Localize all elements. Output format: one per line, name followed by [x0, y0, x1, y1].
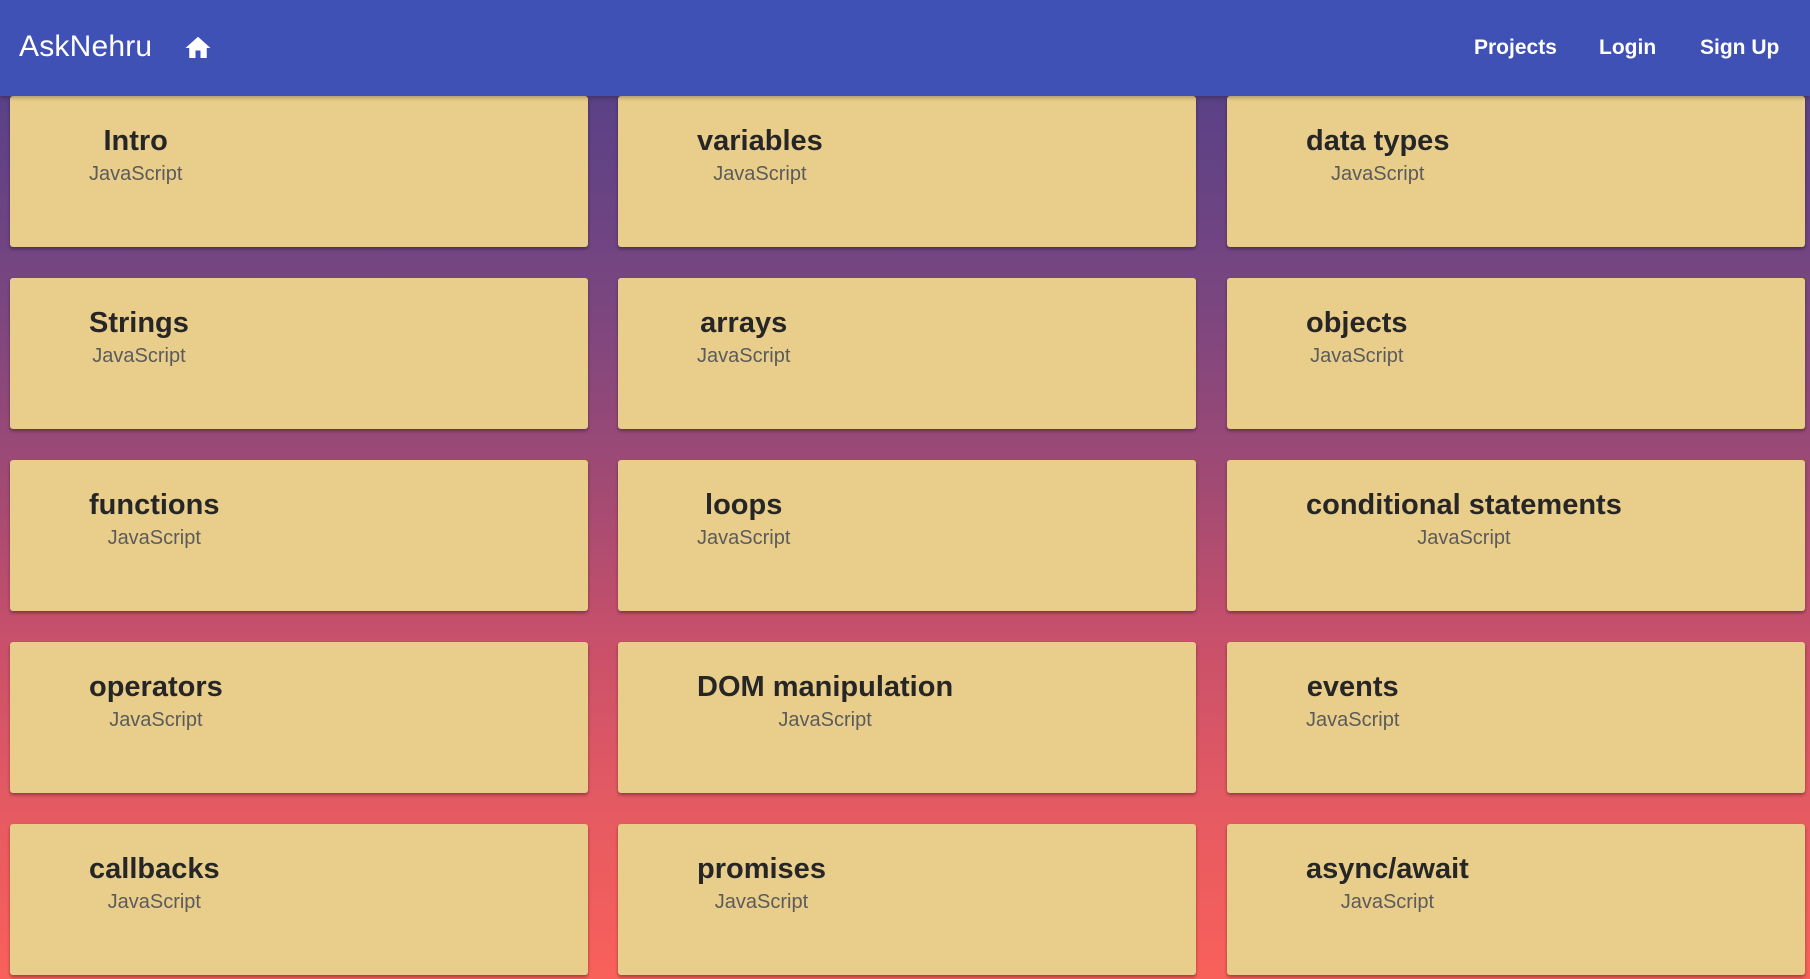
- card-subtitle: JavaScript: [89, 163, 183, 185]
- brand-logo-text[interactable]: AskNehru: [19, 29, 152, 65]
- card-content: Intro JavaScript: [89, 124, 182, 186]
- topic-card-events[interactable]: events JavaScript: [1227, 642, 1805, 793]
- card-title: Strings: [89, 307, 189, 339]
- card-title: promises: [697, 853, 826, 885]
- card-content: data types JavaScript: [1306, 124, 1449, 186]
- card-subtitle: JavaScript: [1306, 709, 1400, 731]
- home-icon[interactable]: [182, 33, 214, 63]
- card-subtitle: JavaScript: [92, 345, 186, 367]
- nav-link-sign-up[interactable]: Sign Up: [1700, 36, 1779, 60]
- topic-card-variables[interactable]: variables JavaScript: [618, 96, 1196, 247]
- card-title: async/await: [1306, 853, 1469, 885]
- card-title: DOM manipulation: [697, 671, 954, 703]
- card-content: arrays JavaScript: [697, 306, 790, 368]
- topic-card-intro[interactable]: Intro JavaScript: [10, 96, 588, 247]
- card-content: promises JavaScript: [697, 852, 826, 914]
- topic-card-promises[interactable]: promises JavaScript: [618, 824, 1196, 975]
- card-title: Intro: [103, 125, 168, 157]
- card-title: conditional statements: [1306, 489, 1622, 521]
- card-subtitle: JavaScript: [1340, 891, 1435, 913]
- topic-card-operators[interactable]: operators JavaScript: [10, 642, 588, 793]
- topic-card-functions[interactable]: functions JavaScript: [10, 460, 588, 611]
- card-subtitle: JavaScript: [697, 527, 791, 549]
- card-title: objects: [1306, 307, 1408, 339]
- card-subtitle: JavaScript: [107, 891, 201, 913]
- card-subtitle: JavaScript: [1331, 163, 1425, 185]
- topic-card-conditional-statements[interactable]: conditional statements JavaScript: [1227, 460, 1805, 611]
- card-content: DOM manipulation JavaScript: [697, 670, 953, 732]
- topic-card-loops[interactable]: loops JavaScript: [618, 460, 1196, 611]
- card-title: loops: [705, 489, 783, 521]
- card-title: arrays: [700, 307, 788, 339]
- topic-card-grid: Intro JavaScript variables JavaScript da…: [0, 0, 1810, 979]
- card-subtitle: JavaScript: [697, 345, 791, 367]
- card-content: Strings JavaScript: [89, 306, 189, 368]
- card-title: variables: [697, 125, 823, 157]
- card-title: data types: [1306, 125, 1450, 157]
- topic-card-dom-manipulation[interactable]: DOM manipulation JavaScript: [618, 642, 1196, 793]
- card-content: functions JavaScript: [89, 488, 220, 550]
- nav-link-login[interactable]: Login: [1599, 36, 1656, 60]
- card-title: operators: [89, 671, 223, 703]
- card-subtitle: JavaScript: [714, 891, 809, 913]
- card-content: variables JavaScript: [697, 124, 823, 186]
- card-content: objects JavaScript: [1306, 306, 1408, 368]
- card-subtitle: JavaScript: [778, 709, 872, 731]
- card-subtitle: JavaScript: [1417, 527, 1511, 549]
- topic-card-arrays[interactable]: arrays JavaScript: [618, 278, 1196, 429]
- card-content: async/await JavaScript: [1306, 852, 1469, 914]
- card-subtitle: JavaScript: [107, 527, 201, 549]
- card-subtitle: JavaScript: [713, 163, 807, 185]
- top-navbar: AskNehru Projects Login Sign Up: [0, 0, 1810, 96]
- card-content: operators JavaScript: [89, 670, 223, 732]
- card-content: callbacks JavaScript: [89, 852, 220, 914]
- topic-card-async-await[interactable]: async/await JavaScript: [1227, 824, 1805, 975]
- card-subtitle: JavaScript: [1310, 345, 1404, 367]
- card-title: functions: [89, 489, 220, 521]
- card-title: events: [1306, 671, 1399, 703]
- card-subtitle: JavaScript: [109, 709, 203, 731]
- card-content: events JavaScript: [1306, 670, 1399, 732]
- card-title: callbacks: [89, 853, 220, 885]
- topic-card-data-types[interactable]: data types JavaScript: [1227, 96, 1805, 247]
- topic-card-callbacks[interactable]: callbacks JavaScript: [10, 824, 588, 975]
- card-content: loops JavaScript: [697, 488, 790, 550]
- topic-card-strings[interactable]: Strings JavaScript: [10, 278, 588, 429]
- topic-card-objects[interactable]: objects JavaScript: [1227, 278, 1805, 429]
- nav-link-projects[interactable]: Projects: [1474, 36, 1557, 60]
- card-content: conditional statements JavaScript: [1306, 488, 1622, 550]
